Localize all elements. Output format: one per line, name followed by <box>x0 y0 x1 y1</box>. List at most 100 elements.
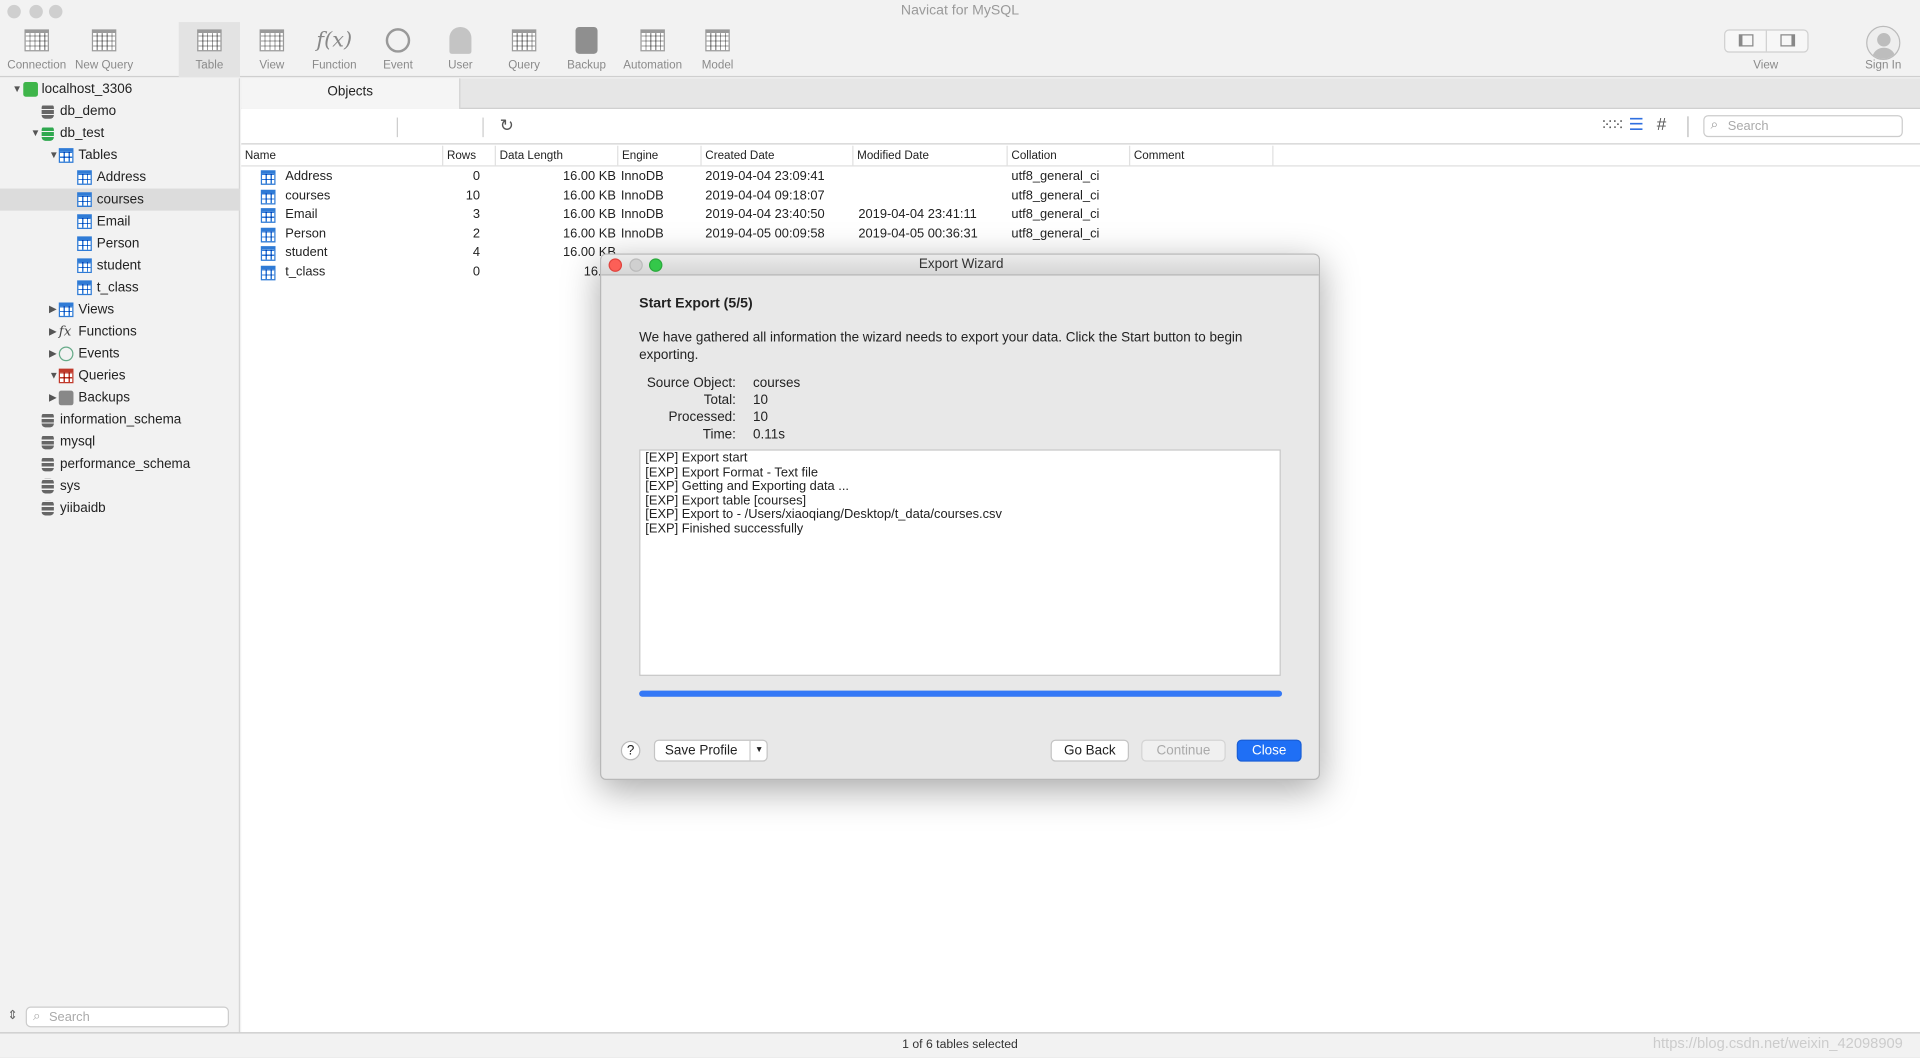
avatar-icon <box>1877 33 1891 47</box>
tree-item-label: localhost_3306 <box>41 82 133 97</box>
table-icon <box>260 265 276 280</box>
sidebar-search-input[interactable]: ⌕ Search <box>25 1006 229 1028</box>
table-row[interactable]: courses 10 16.00 KB InnoDB 2019-04-04 09:18:… <box>241 187 1920 206</box>
view-label: View <box>1753 58 1779 73</box>
save-profile-button[interactable]: Save Profile ▼ <box>653 739 768 762</box>
column-header-rows[interactable]: Rows <box>443 145 496 167</box>
close-button[interactable]: Close <box>1236 739 1302 762</box>
tree-item-db-test[interactable]: ▼ db_test <box>0 122 240 144</box>
tree-item-db-demo[interactable]: db_demo <box>0 100 240 122</box>
show-sidebar-right-button[interactable] <box>1768 31 1808 52</box>
export-log[interactable]: [EXP] Export start [EXP] Export Format - … <box>639 449 1281 676</box>
database-icon <box>41 434 54 450</box>
disclosure-collapsed-icon[interactable]: ▶ <box>49 321 57 343</box>
window-title: Navicat for MySQL <box>900 3 1020 19</box>
delete-table-icon[interactable] <box>360 118 380 138</box>
tree-item-yiibaidb[interactable]: yiibaidb <box>0 497 240 519</box>
table-row[interactable]: Person 2 16.00 KB InnoDB 2019-04-05 00:09:58… <box>241 225 1920 244</box>
chevron-down-icon[interactable]: ▼ <box>749 740 767 761</box>
dialog-zoom-button[interactable] <box>648 258 663 272</box>
tree-item-backups[interactable]: ▶ Backups <box>0 387 240 409</box>
column-header-modified-date[interactable]: Modified Date <box>853 145 1008 167</box>
dialog-description: We have gathered all information the wiz… <box>639 330 1243 363</box>
tree-item-performance-schema[interactable]: performance_schema <box>0 453 240 475</box>
objects-search-input[interactable]: ⌕ Search <box>1703 115 1903 138</box>
continue-button[interactable]: Continue <box>1141 739 1226 762</box>
column-header-comment[interactable]: Comment <box>1130 145 1274 167</box>
go-back-button[interactable]: Go Back <box>1050 739 1129 762</box>
table-row[interactable]: Email 3 16.00 KB InnoDB 2019-04-04 23:40:50 2… <box>241 206 1920 225</box>
tree-item-queries[interactable]: ▼ Queries <box>0 365 240 387</box>
navicat-window: Navicat for MySQL Connection New Query Tab… <box>0 0 1920 1057</box>
column-header-engine[interactable]: Engine <box>618 145 702 167</box>
log-line: [EXP] Export to - /Users/xiaoqiang/Deskt… <box>645 506 1002 522</box>
dialog-close-button[interactable] <box>608 258 623 272</box>
database-icon <box>41 104 54 119</box>
function-icon-glyph: f(x) <box>316 28 353 53</box>
disclosure-expanded-icon[interactable]: ▼ <box>12 78 22 100</box>
query-icon <box>492 22 556 59</box>
tree-item-functions[interactable]: ▶ fx Functions <box>0 321 240 343</box>
tree-item-t-class[interactable]: t_class <box>0 277 240 299</box>
column-header-name[interactable]: Name <box>241 145 444 167</box>
model-icon-glyph <box>705 29 730 52</box>
view-toggle-group <box>1724 29 1809 53</box>
table-icon <box>77 258 92 274</box>
tab-objects[interactable]: Objects <box>241 78 461 109</box>
new-table-icon[interactable] <box>324 118 344 138</box>
tree-item-localhost-3306[interactable]: ▼ localhost_3306 <box>0 78 240 100</box>
tree-item-person[interactable]: Person <box>0 233 240 255</box>
tree-item-label: information_schema <box>60 412 182 428</box>
sign-in-button[interactable] <box>1866 25 1901 61</box>
table-row[interactable]: Address 0 16.00 KB InnoDB 2019-04-04 23:09:4… <box>241 168 1920 187</box>
disclosure-collapsed-icon[interactable]: ▶ <box>49 299 57 321</box>
disclosure-expanded-icon[interactable]: ▼ <box>31 122 41 144</box>
tree-item-email[interactable]: Email <box>0 211 240 233</box>
design-table-icon[interactable] <box>290 118 310 138</box>
sidebar-options-icon[interactable]: ⇕ <box>7 1009 17 1022</box>
import-wizard-icon[interactable] <box>411 118 431 138</box>
column-header-created-date[interactable]: Created Date <box>702 145 854 167</box>
toolbar-new-query-button[interactable]: New Query <box>72 22 136 77</box>
tree-item-events[interactable]: ▶ Events <box>0 343 240 365</box>
cell-name: Person <box>285 225 327 241</box>
tree-item-label: sys <box>60 478 81 494</box>
disclosure-expanded-icon[interactable]: ▼ <box>49 144 59 166</box>
cell-data-length: 16.00 KB <box>563 244 616 260</box>
functions-icon: fx <box>58 323 72 340</box>
tree-item-label: Queries <box>78 368 126 384</box>
column-header-data-length[interactable]: Data Length <box>496 145 619 167</box>
tree-item-student[interactable]: student <box>0 255 240 277</box>
table-icon <box>179 22 240 59</box>
tree-item-label: courses <box>96 192 144 207</box>
tree-item-mysql[interactable]: mysql <box>0 431 240 453</box>
tree-item-address[interactable]: Address <box>0 167 240 189</box>
refresh-icon[interactable]: ↻ <box>500 115 514 136</box>
disclosure-collapsed-icon[interactable]: ▶ <box>49 343 57 365</box>
disclosure-expanded-icon[interactable]: ▼ <box>49 365 59 387</box>
tree-item-label: Email <box>96 214 131 229</box>
cell-engine: InnoDB <box>620 168 664 184</box>
tree-item-information-schema[interactable]: information_schema <box>0 409 240 431</box>
tree-item-tables[interactable]: ▼ Tables <box>0 144 240 166</box>
backups-icon <box>58 390 74 406</box>
help-button[interactable]: ? <box>620 740 641 761</box>
column-header-collation[interactable]: Collation <box>1008 145 1131 167</box>
toolbar-model-button[interactable]: Model <box>686 22 750 77</box>
dialog-heading: Start Export (5/5) <box>639 296 753 312</box>
tree-item-courses[interactable]: courses <box>0 188 241 211</box>
tree-item-views[interactable]: ▶ Views <box>0 299 240 321</box>
tree-item-sys[interactable]: sys <box>0 475 240 497</box>
cell-data-length: 16.00 KB <box>563 225 616 241</box>
list-view-icon[interactable]: ☰ <box>1629 114 1644 135</box>
detail-view-icon[interactable]: # <box>1657 114 1667 134</box>
show-sidebar-left-button[interactable] <box>1725 30 1767 52</box>
export-wizard-icon[interactable] <box>447 118 467 138</box>
database-icon <box>41 478 54 494</box>
cell-name: student <box>285 244 328 260</box>
open-table-icon[interactable] <box>255 118 275 138</box>
grid-view-icon[interactable]: ⁙⁙ <box>1600 115 1624 135</box>
disclosure-collapsed-icon[interactable]: ▶ <box>49 387 57 409</box>
cell-name: Address <box>285 168 333 184</box>
cell-rows: 3 <box>472 206 481 222</box>
